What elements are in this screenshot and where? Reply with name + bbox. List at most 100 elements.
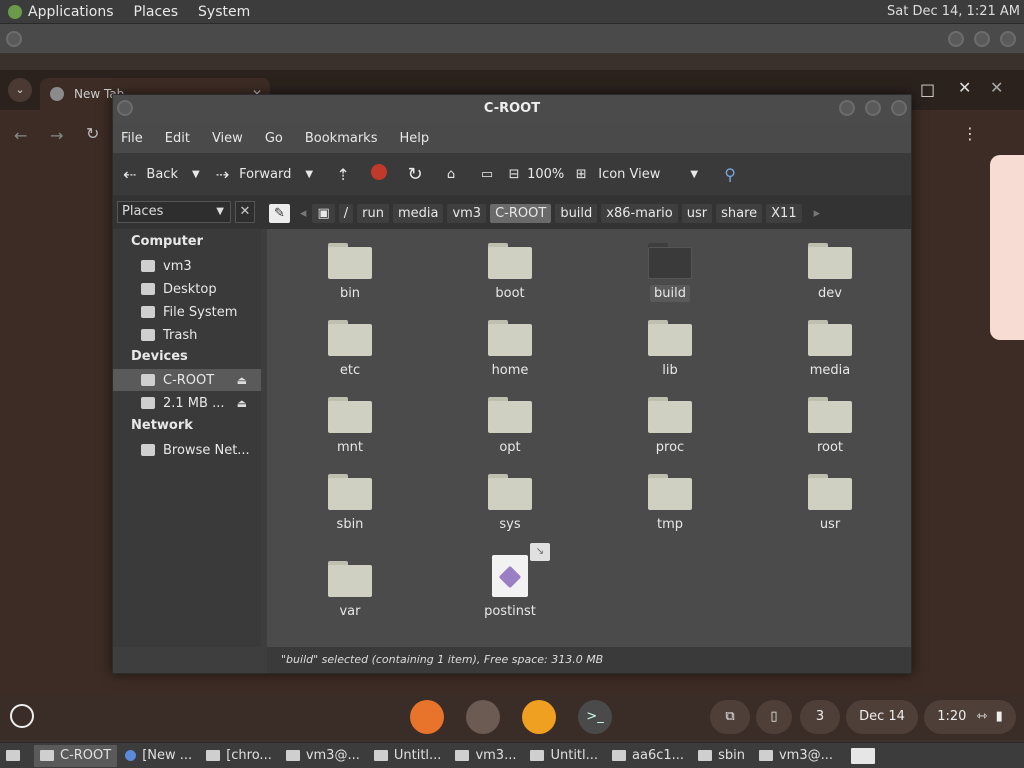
task-untitled-1[interactable]: Untitl... xyxy=(368,745,448,767)
workspace-switcher[interactable] xyxy=(845,745,887,767)
folder-proc[interactable]: proc xyxy=(625,397,715,456)
reload-icon[interactable]: ↻ xyxy=(86,124,99,143)
system-menu[interactable]: System xyxy=(198,4,250,20)
stop-icon[interactable] xyxy=(365,164,393,184)
settings-gear-icon[interactable] xyxy=(466,700,500,734)
task-terminal-1[interactable]: vm3@... xyxy=(280,745,366,767)
up-arrow-icon[interactable]: ⇡ xyxy=(329,165,357,184)
task-chrome[interactable]: [chro... xyxy=(200,745,278,767)
minimize-icon[interactable] xyxy=(839,100,855,116)
forward-button[interactable]: ⇢ Forward ▼ xyxy=(216,165,313,184)
ubuntu-app-icon[interactable] xyxy=(410,700,444,734)
folder-bin[interactable]: bin xyxy=(305,243,395,302)
file-postinst[interactable]: ↘ postinst xyxy=(465,543,555,620)
chevron-down-icon[interactable]: ▼ xyxy=(192,169,200,180)
menu-view[interactable]: View xyxy=(212,131,243,146)
edit-location-icon[interactable]: ✎ xyxy=(269,203,290,223)
crumb-run[interactable]: run xyxy=(357,203,389,223)
reload-icon[interactable]: ↻ xyxy=(401,164,429,185)
folder-build[interactable]: build xyxy=(625,243,715,302)
folder-dev[interactable]: dev xyxy=(785,243,875,302)
folder-lib[interactable]: lib xyxy=(625,320,715,379)
close-icon[interactable]: ✕ xyxy=(958,78,971,97)
eject-icon[interactable]: ⏏ xyxy=(237,374,247,387)
folder-mnt[interactable]: mnt xyxy=(305,397,395,456)
back-button[interactable]: ⇠ Back ▼ xyxy=(123,165,200,184)
window-menu-icon[interactable] xyxy=(6,31,22,47)
folder-etc[interactable]: etc xyxy=(305,320,395,379)
close-icon[interactable]: ✕ xyxy=(990,78,1003,97)
places-menu[interactable]: Places xyxy=(134,4,179,20)
task-aa6c1[interactable]: aa6c1... xyxy=(606,745,690,767)
maximize-icon[interactable] xyxy=(865,100,881,116)
sidebar-item-c-root[interactable]: C-ROOT ⏏ xyxy=(113,369,261,391)
sidebar-item-browse-network[interactable]: Browse Net... xyxy=(113,439,261,461)
folder-var[interactable]: var xyxy=(305,561,395,620)
applications-menu[interactable]: Applications xyxy=(28,4,114,20)
menu-edit[interactable]: Edit xyxy=(165,131,190,146)
computer-icon[interactable]: ▭ xyxy=(473,167,501,182)
sidebar-item-trash[interactable]: Trash xyxy=(113,324,261,346)
forward-arrow-icon[interactable]: → xyxy=(50,126,63,145)
task-terminal-2[interactable]: vm3... xyxy=(449,745,522,767)
crumb-root-icon[interactable]: ▣ xyxy=(312,203,335,223)
chevron-right-icon[interactable]: ▸ xyxy=(814,206,821,221)
search-icon[interactable]: ⚲ xyxy=(716,165,744,184)
shelf-date[interactable]: Dec 14 xyxy=(846,700,918,734)
menu-file[interactable]: File xyxy=(121,131,143,146)
folder-usr[interactable]: usr xyxy=(785,474,875,533)
home-icon[interactable]: ⌂ xyxy=(437,167,465,182)
folder-opt[interactable]: opt xyxy=(465,397,555,456)
sidebar-item-file-system[interactable]: File System xyxy=(113,301,261,323)
show-desktop-icon[interactable] xyxy=(0,745,32,767)
close-sidebar-button[interactable]: ✕ xyxy=(235,201,255,223)
window-menu-icon[interactable] xyxy=(117,100,133,116)
eject-icon[interactable]: ⏏ xyxy=(237,397,247,410)
chevron-down-icon[interactable]: ▼ xyxy=(690,169,698,180)
crumb-vm3[interactable]: vm3 xyxy=(447,203,487,223)
task-c-root[interactable]: C-ROOT xyxy=(34,744,118,767)
task-new-tab[interactable]: [New ... xyxy=(119,745,198,767)
folder-sbin[interactable]: sbin xyxy=(305,474,395,533)
places-select[interactable]: Places ▼ xyxy=(117,201,231,223)
maximize-icon[interactable] xyxy=(974,31,990,47)
folder-root[interactable]: root xyxy=(785,397,875,456)
screen-capture-icon[interactable]: ⧉ xyxy=(710,700,750,734)
close-icon[interactable] xyxy=(1000,31,1016,47)
maximize-icon[interactable]: □ xyxy=(920,80,935,99)
folder-tmp[interactable]: tmp xyxy=(625,474,715,533)
panel-clock[interactable]: Sat Dec 14, 1:21 AM xyxy=(887,4,1020,19)
crumb-share[interactable]: share xyxy=(716,203,763,223)
gnome-foot-icon[interactable] xyxy=(8,4,22,19)
notification-badge[interactable]: 3 xyxy=(800,700,840,734)
zoom-in-icon[interactable]: ⊞ xyxy=(572,167,590,182)
crumb-build[interactable]: build xyxy=(555,203,598,223)
chevron-left-icon[interactable]: ◂ xyxy=(300,206,307,221)
view-mode-select[interactable]: Icon View xyxy=(598,167,660,182)
phone-hub-icon[interactable]: ▯ xyxy=(756,700,792,734)
crumb-c-root[interactable]: C-ROOT xyxy=(490,203,552,223)
folder-sys[interactable]: sys xyxy=(465,474,555,533)
minimize-icon[interactable] xyxy=(948,31,964,47)
menu-bookmarks[interactable]: Bookmarks xyxy=(305,131,378,146)
crumb-x86-mario[interactable]: x86-mario xyxy=(601,203,678,223)
folder-home[interactable]: home xyxy=(465,320,555,379)
zoom-out-icon[interactable]: ⊟ xyxy=(505,167,523,182)
launcher-icon[interactable] xyxy=(10,704,34,728)
shelf-status-area[interactable]: 1:20 ⇿ ▮ xyxy=(924,700,1016,734)
menu-go[interactable]: Go xyxy=(265,131,283,146)
tab-search-icon[interactable]: ⌄ xyxy=(8,78,32,102)
menu-help[interactable]: Help xyxy=(399,131,429,146)
task-untitled-2[interactable]: Untitl... xyxy=(524,745,604,767)
task-terminal-3[interactable]: vm3@... xyxy=(753,745,839,767)
sidebar-item-vm3[interactable]: vm3 xyxy=(113,255,261,277)
crumb-root[interactable]: / xyxy=(338,203,354,223)
task-sbin[interactable]: sbin xyxy=(692,745,751,767)
terminal-app-icon[interactable]: >_ xyxy=(578,700,612,734)
crumb-media[interactable]: media xyxy=(392,203,444,223)
back-arrow-icon[interactable]: ← xyxy=(14,126,27,145)
folder-media[interactable]: media xyxy=(785,320,875,379)
sidebar-item-desktop[interactable]: Desktop xyxy=(113,278,261,300)
chevron-down-icon[interactable]: ▼ xyxy=(305,169,313,180)
files-app-icon[interactable] xyxy=(522,700,556,734)
